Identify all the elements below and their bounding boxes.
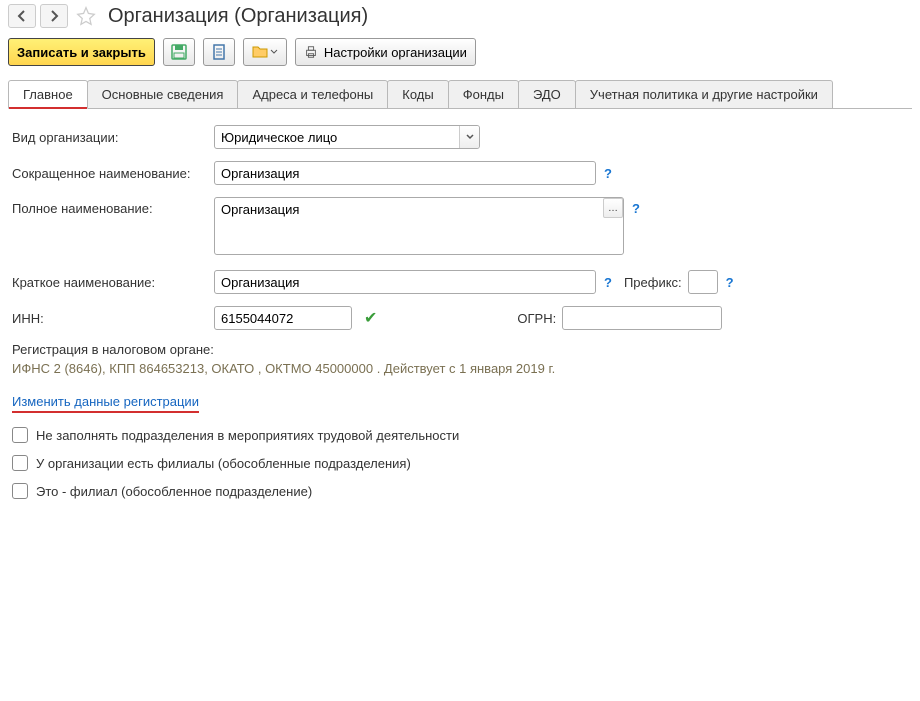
org-settings-button[interactable]: Настройки организации bbox=[295, 38, 476, 66]
row-chk-subdiv: Не заполнять подразделения в мероприятия… bbox=[12, 427, 908, 443]
tabs: Главное Основные сведения Адреса и телеф… bbox=[8, 80, 912, 109]
org-type-select-wrap bbox=[214, 125, 480, 149]
folder-icon bbox=[252, 44, 268, 60]
full-name-wrap: … bbox=[214, 197, 624, 258]
top-nav: Организация (Организация) bbox=[0, 0, 920, 32]
org-settings-label: Настройки организации bbox=[324, 45, 467, 60]
chevron-down-icon bbox=[466, 133, 474, 141]
check-icon: ✔ bbox=[364, 308, 377, 328]
tab-main[interactable]: Главное bbox=[8, 80, 88, 109]
brief-name-label: Краткое наименование: bbox=[12, 275, 214, 290]
tab-accounting[interactable]: Учетная политика и другие настройки bbox=[575, 80, 833, 108]
form: Вид организации: Сокращенное наименовани… bbox=[0, 109, 920, 527]
chk-is-branch-label: Это - филиал (обособленное подразделение… bbox=[36, 484, 312, 499]
document-icon bbox=[211, 44, 227, 60]
forward-button[interactable] bbox=[40, 4, 68, 28]
report-button[interactable] bbox=[203, 38, 235, 66]
full-name-expand-button[interactable]: … bbox=[603, 198, 623, 218]
folder-button[interactable] bbox=[243, 38, 287, 66]
tab-edo[interactable]: ЭДО bbox=[518, 80, 576, 108]
save-close-button[interactable]: Записать и закрыть bbox=[8, 38, 155, 66]
chk-branches-label: У организации есть филиалы (обособленные… bbox=[36, 456, 411, 471]
tab-label: Фонды bbox=[463, 87, 504, 102]
change-reg-link[interactable]: Изменить данные регистрации bbox=[12, 394, 199, 413]
org-type-dropdown-button[interactable] bbox=[459, 126, 479, 148]
tab-label: ЭДО bbox=[533, 87, 561, 102]
chk-subdiv[interactable] bbox=[12, 427, 28, 443]
help-icon[interactable]: ? bbox=[632, 201, 640, 216]
chk-branches[interactable] bbox=[12, 455, 28, 471]
row-chk-branches: У организации есть филиалы (обособленные… bbox=[12, 455, 908, 471]
org-type-input[interactable] bbox=[214, 125, 480, 149]
inn-input[interactable] bbox=[214, 306, 352, 330]
tax-reg-label: Регистрация в налоговом органе: bbox=[12, 342, 908, 357]
tab-label: Коды bbox=[402, 87, 433, 102]
floppy-icon bbox=[171, 44, 187, 60]
row-full-name: Полное наименование: … ? bbox=[12, 197, 908, 258]
tax-reg-info: ИФНС 2 (8646), КПП 864653213, ОКАТО , ОК… bbox=[12, 361, 908, 376]
tab-addresses[interactable]: Адреса и телефоны bbox=[237, 80, 388, 108]
prefix-label: Префикс: bbox=[624, 275, 682, 290]
full-name-label: Полное наименование: bbox=[12, 197, 214, 216]
tab-label: Адреса и телефоны bbox=[252, 87, 373, 102]
chk-subdiv-label: Не заполнять подразделения в мероприятия… bbox=[36, 428, 459, 443]
toolbar: Записать и закрыть Настройки организации bbox=[0, 32, 920, 72]
row-org-type: Вид организации: bbox=[12, 125, 908, 149]
tab-basic-info[interactable]: Основные сведения bbox=[87, 80, 239, 108]
page-title: Организация (Организация) bbox=[108, 5, 368, 28]
favorite-icon[interactable] bbox=[76, 6, 96, 26]
short-name-label: Сокращенное наименование: bbox=[12, 166, 214, 181]
row-inn: ИНН: ✔ ОГРН: bbox=[12, 306, 908, 330]
save-button[interactable] bbox=[163, 38, 195, 66]
tab-codes[interactable]: Коды bbox=[387, 80, 448, 108]
print-icon bbox=[304, 45, 318, 59]
org-type-label: Вид организации: bbox=[12, 130, 214, 145]
brief-name-input[interactable] bbox=[214, 270, 596, 294]
prefix-input[interactable] bbox=[688, 270, 718, 294]
back-button[interactable] bbox=[8, 4, 36, 28]
ogrn-label: ОГРН: bbox=[517, 311, 556, 326]
row-brief-name: Краткое наименование: ? Префикс: ? bbox=[12, 270, 908, 294]
help-icon[interactable]: ? bbox=[604, 166, 612, 181]
arrow-right-icon bbox=[48, 10, 60, 22]
row-chk-is-branch: Это - филиал (обособленное подразделение… bbox=[12, 483, 908, 499]
row-short-name: Сокращенное наименование: ? bbox=[12, 161, 908, 185]
inn-label: ИНН: bbox=[12, 311, 214, 326]
change-reg-link-wrap: Изменить данные регистрации bbox=[12, 394, 908, 427]
chk-is-branch[interactable] bbox=[12, 483, 28, 499]
help-icon[interactable]: ? bbox=[726, 275, 734, 290]
tab-label: Главное bbox=[23, 87, 73, 102]
full-name-input[interactable] bbox=[214, 197, 624, 255]
tab-label: Учетная политика и другие настройки bbox=[590, 87, 818, 102]
arrow-left-icon bbox=[16, 10, 28, 22]
help-icon[interactable]: ? bbox=[604, 275, 612, 290]
ogrn-input[interactable] bbox=[562, 306, 722, 330]
tab-label: Основные сведения bbox=[102, 87, 224, 102]
tab-funds[interactable]: Фонды bbox=[448, 80, 519, 108]
chevron-down-icon bbox=[270, 44, 278, 60]
short-name-input[interactable] bbox=[214, 161, 596, 185]
